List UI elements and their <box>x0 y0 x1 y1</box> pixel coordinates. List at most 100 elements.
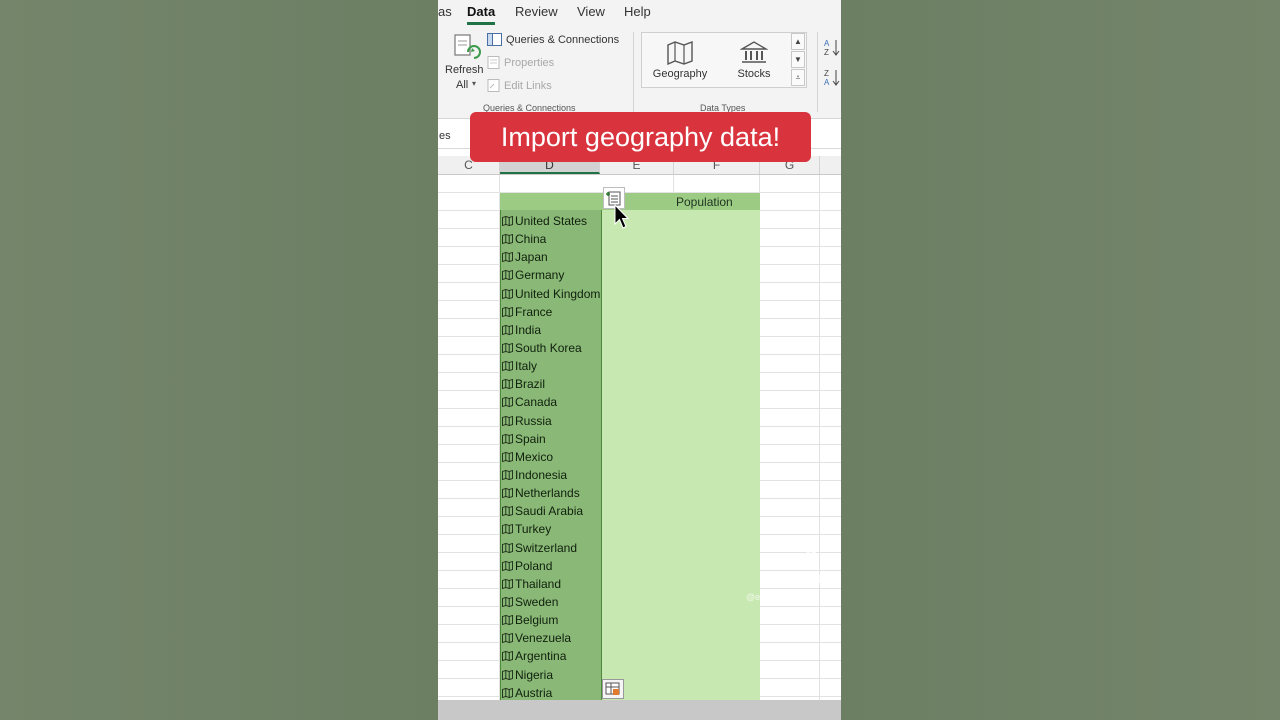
edit-links-icon <box>487 79 500 92</box>
country-cell[interactable]: Switzerland <box>502 539 652 557</box>
gallery-more-icon[interactable]: ⩡ <box>791 69 805 86</box>
country-name: Thailand <box>515 576 562 591</box>
map-icon <box>502 597 513 608</box>
country-name: Argentina <box>515 649 567 664</box>
queries-connections-label: Queries & Connections <box>506 33 620 46</box>
country-cell[interactable]: South Korea <box>502 339 652 357</box>
country-cell[interactable]: Nigeria <box>502 666 652 684</box>
svg-text:Z: Z <box>824 69 829 78</box>
tab-help[interactable]: Help <box>624 4 651 19</box>
country-name: Indonesia <box>515 468 568 483</box>
country-cell[interactable]: Russia <box>502 412 652 430</box>
country-cell[interactable]: Sweden <box>502 593 652 611</box>
country-name: Netherlands <box>515 486 580 501</box>
country-cell[interactable]: Poland <box>502 557 652 575</box>
map-icon <box>502 343 513 354</box>
country-cell[interactable]: United Kingdom <box>502 285 652 303</box>
map-icon <box>502 615 513 626</box>
geography-button[interactable]: Geography <box>650 41 710 80</box>
ribbon-separator <box>633 32 634 112</box>
map-icon <box>502 379 513 390</box>
country-cell[interactable]: Saudi Arabia <box>502 502 652 520</box>
country-cell[interactable]: India <box>502 321 652 339</box>
country-cell[interactable]: China <box>502 230 652 248</box>
map-icon <box>502 451 513 462</box>
country-name: Poland <box>515 558 553 573</box>
ribbon-separator <box>817 32 818 112</box>
queries-connections-button[interactable]: Queries & Connections <box>487 33 619 46</box>
mouse-cursor-icon <box>614 204 630 229</box>
map-icon <box>502 433 513 444</box>
map-icon <box>502 560 513 571</box>
country-name: Austria <box>515 685 553 700</box>
map-icon <box>502 306 513 317</box>
country-name: Russia <box>515 413 552 428</box>
country-cell[interactable]: Turkey <box>502 520 652 538</box>
country-cell[interactable]: Germany <box>502 266 652 284</box>
country-cell[interactable]: Venezuela <box>502 629 652 647</box>
map-icon <box>502 270 513 281</box>
column-gridline <box>819 175 820 700</box>
country-name: United Kingdom <box>515 286 601 301</box>
map-icon <box>502 216 513 227</box>
country-cell[interactable]: Mexico <box>502 448 652 466</box>
properties-icon <box>487 56 500 69</box>
stocks-button[interactable]: Stocks <box>724 41 784 80</box>
name-box-text: es <box>439 130 451 142</box>
sort-az-icon[interactable]: A Z <box>824 38 841 58</box>
sort-za-icon[interactable]: Z A <box>824 68 841 88</box>
tab-data[interactable]: Data <box>467 4 496 25</box>
country-name: United States <box>515 214 588 229</box>
country-cell[interactable]: Netherlands <box>502 484 652 502</box>
country-name: Nigeria <box>515 667 554 682</box>
map-icon <box>502 234 513 245</box>
gallery-up-icon[interactable]: ▲ <box>791 33 805 50</box>
country-name: Saudi Arabia <box>515 504 584 519</box>
map-icon <box>502 397 513 408</box>
svg-text:Z: Z <box>824 48 829 57</box>
country-name: Turkey <box>515 522 552 537</box>
properties-label: Properties <box>504 56 555 69</box>
tab-formulas[interactable]: as <box>438 4 452 19</box>
right-background <box>841 0 1280 720</box>
tiktok-brand-text: TikTok <box>790 572 825 586</box>
country-cell[interactable]: Indonesia <box>502 466 652 484</box>
country-cell[interactable]: Spain <box>502 430 652 448</box>
country-name: South Korea <box>515 341 582 356</box>
tiktok-handle: @excelnewteam <box>746 592 813 602</box>
country-cell[interactable]: Japan <box>502 248 652 266</box>
insert-data-icon[interactable] <box>602 679 624 699</box>
refresh-icon <box>454 34 481 59</box>
tiktok-logo-icon <box>796 545 817 570</box>
refresh-all-button[interactable]: Refresh All ▾ <box>443 32 485 94</box>
country-cell[interactable]: Belgium <box>502 611 652 629</box>
data-types-gallery: Geography Stocks <box>641 32 807 88</box>
map-icon <box>502 506 513 517</box>
tab-review[interactable]: Review <box>515 4 558 19</box>
country-cell[interactable]: Thailand <box>502 575 652 593</box>
map-icon <box>502 288 513 299</box>
svg-text:A: A <box>824 78 830 87</box>
ribbon: as Data Review View Help Refresh All ▾ Q… <box>438 0 841 119</box>
geography-label: Geography <box>652 68 708 80</box>
map-icon <box>502 669 513 680</box>
country-cell[interactable]: Argentina <box>502 647 652 665</box>
country-name: Brazil <box>515 377 546 392</box>
country-cell[interactable]: Brazil <box>502 375 652 393</box>
map-icon <box>502 488 513 499</box>
map-icon <box>502 542 513 553</box>
tab-view[interactable]: View <box>577 4 605 19</box>
country-name: Spain <box>515 431 546 446</box>
map-icon <box>502 361 513 372</box>
country-cell[interactable]: France <box>502 303 652 321</box>
refresh-label: Refresh <box>445 64 484 76</box>
population-header[interactable]: Population <box>676 195 733 209</box>
country-cell[interactable]: Canada <box>502 393 652 411</box>
country-cell[interactable]: Italy <box>502 357 652 375</box>
map-icon <box>502 633 513 644</box>
queries-connections-icon <box>487 33 502 46</box>
properties-button[interactable]: Properties <box>487 56 554 69</box>
gallery-down-icon[interactable]: ▼ <box>791 51 805 68</box>
country-name: Germany <box>515 268 565 283</box>
edit-links-button[interactable]: Edit Links <box>487 79 552 92</box>
